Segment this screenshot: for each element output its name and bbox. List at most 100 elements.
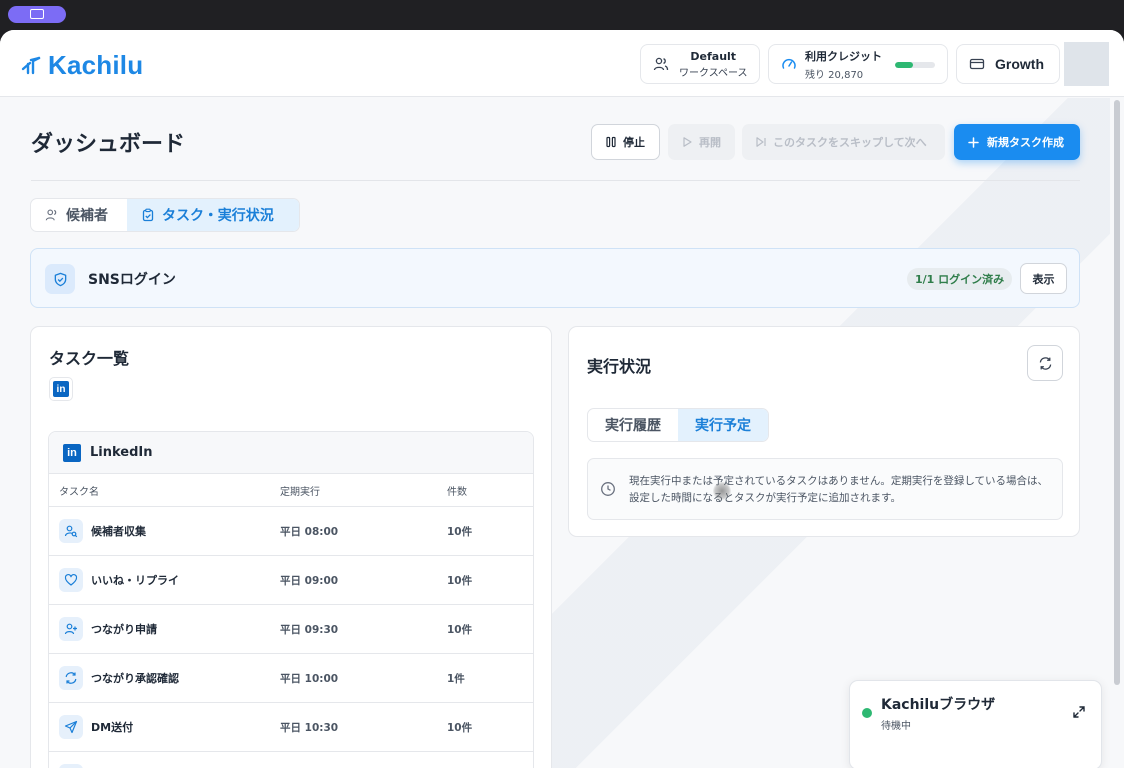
login-status-badge: 1/1 ログイン済み — [907, 268, 1013, 290]
window-titlebar — [0, 0, 1124, 30]
shield-check-icon — [54, 272, 66, 286]
pause-icon — [606, 136, 616, 148]
main-tabs: 候補者 タスク・実行状況 — [30, 198, 300, 232]
tab-tasks-label: タスク・実行状況 — [162, 208, 274, 224]
plan-button[interactable]: Growth — [956, 44, 1060, 84]
execution-status-card: 実行状況 実行履歴 実行予定 現在実行中または予定されているタスクはありません。… — [568, 326, 1080, 537]
user-plus-icon — [59, 617, 83, 641]
task-schedule: 平日 10:00 — [280, 672, 339, 685]
send-icon — [59, 715, 83, 739]
table-row[interactable]: つながり承認確認 平日 10:00 1件 — [49, 654, 533, 703]
sns-login-title: SNSログイン — [88, 272, 176, 288]
page-title: ダッシュボード — [31, 132, 186, 157]
clipboard-check-icon — [142, 208, 154, 222]
play-icon — [683, 137, 692, 147]
app-window: Kachilu Default ワークスペース 利用クレジット 残り 20,87… — [0, 30, 1124, 768]
shield-icon-box — [45, 264, 75, 294]
credits-remaining: 残り 20,870 — [805, 69, 864, 81]
sns-login-panel: SNSログイン 1/1 ログイン済み 表示 — [30, 248, 1080, 308]
logo-text: Kachilu — [48, 50, 144, 80]
table-row[interactable]: いいね・リプライ 平日 09:00 10件 — [49, 556, 533, 605]
task-table-columns: タスク名 定期実行 件数 — [49, 474, 533, 507]
empty-message: 現在実行中または予定されているタスクはありません。定期実行を登録している場合は、… — [629, 475, 1049, 504]
new-task-label: 新規タスク作成 — [987, 136, 1064, 149]
task-table-header: in LinkedIn — [49, 432, 533, 474]
task-count: 1件 — [447, 672, 465, 685]
linkedin-icon: in — [63, 443, 81, 462]
table-row[interactable]: つながり申請 平日 09:30 10件 — [49, 605, 533, 654]
workspace-sub: ワークスペース — [679, 67, 748, 79]
task-icon — [59, 764, 83, 768]
credits-progress-bar — [895, 62, 935, 68]
logo-mark-icon — [21, 56, 41, 74]
tab-candidates-label: 候補者 — [66, 208, 108, 224]
window-indicator-pill[interactable] — [8, 6, 66, 23]
resume-label: 再開 — [699, 136, 721, 149]
skip-label: このタスクをスキップして次へ — [773, 136, 927, 149]
header-divider — [31, 180, 1080, 181]
table-row[interactable]: 候補者収集 平日 08:00 10件 — [49, 507, 533, 556]
stop-label: 停止 — [623, 136, 645, 149]
task-schedule: 平日 08:00 — [280, 525, 339, 538]
table-row[interactable] — [49, 752, 533, 768]
browser-status: 待機中 — [881, 721, 911, 732]
browser-title: Kachiluブラウザ — [881, 697, 996, 713]
screen-icon — [30, 9, 44, 19]
task-count: 10件 — [447, 574, 473, 587]
task-name: 候補者収集 — [91, 525, 146, 538]
resume-button[interactable]: 再開 — [668, 124, 735, 160]
column-count: 件数 — [447, 486, 467, 498]
task-count: 10件 — [447, 623, 473, 636]
heart-icon — [59, 568, 83, 592]
task-schedule: 平日 09:00 — [280, 574, 339, 587]
plan-label: Growth — [995, 56, 1044, 72]
column-task-name: タスク名 — [59, 486, 99, 498]
scrollbar[interactable] — [1114, 100, 1120, 685]
column-schedule: 定期実行 — [280, 486, 320, 498]
workspace-switcher[interactable]: Default ワークスペース — [640, 44, 760, 84]
stop-button[interactable]: 停止 — [591, 124, 660, 160]
app-header: Kachilu Default ワークスペース 利用クレジット 残り 20,87… — [0, 30, 1124, 97]
browser-status-card[interactable]: Kachiluブラウザ 待機中 — [849, 680, 1102, 768]
task-list-title: タスク一覧 — [49, 349, 130, 368]
table-row[interactable]: DM送付 平日 10:30 10件 — [49, 703, 533, 752]
tab-candidates[interactable]: 候補者 — [31, 199, 127, 231]
empty-state: 現在実行中または予定されているタスクはありません。定期実行を登録している場合は、… — [587, 458, 1063, 520]
task-name: つながり承認確認 — [91, 672, 179, 685]
workspace-name: Default — [690, 49, 737, 63]
main-content: ダッシュボード 停止 再開 このタスクをスキップして次へ 新規タスク作成 候補者… — [0, 98, 1110, 768]
view-button[interactable]: 表示 — [1020, 263, 1067, 294]
status-dot — [862, 708, 872, 718]
task-list-card: タスク一覧 in in LinkedIn タスク名 定期実行 件数 候補者収集 … — [30, 326, 552, 768]
tab-execution-scheduled[interactable]: 実行予定 — [678, 409, 768, 441]
user-search-icon — [59, 519, 83, 543]
mouse-cursor — [713, 482, 731, 500]
credits-indicator[interactable]: 利用クレジット 残り 20,870 — [768, 44, 948, 84]
task-name: DM送付 — [91, 721, 134, 734]
execution-title: 実行状況 — [587, 357, 652, 376]
task-schedule: 平日 10:30 — [280, 721, 339, 734]
linkedin-icon: in — [53, 381, 69, 397]
users-icon — [45, 209, 57, 221]
skip-forward-icon — [756, 137, 766, 147]
new-task-button[interactable]: 新規タスク作成 — [954, 124, 1080, 160]
refresh-icon — [1039, 356, 1051, 370]
logo[interactable]: Kachilu — [20, 50, 143, 81]
tab-tasks[interactable]: タスク・実行状況 — [127, 199, 299, 231]
credits-progress-fill — [895, 62, 913, 68]
task-name: つながり申請 — [91, 623, 157, 636]
linkedin-filter-chip[interactable]: in — [49, 377, 73, 401]
gauge-icon — [782, 58, 796, 69]
task-table: in LinkedIn タスク名 定期実行 件数 候補者収集 平日 08:00 … — [48, 431, 534, 768]
avatar[interactable] — [1064, 42, 1109, 86]
tab-execution-history[interactable]: 実行履歴 — [588, 409, 678, 441]
credit-card-icon — [969, 58, 985, 70]
refresh-button[interactable] — [1027, 345, 1063, 381]
expand-icon[interactable] — [1072, 705, 1086, 719]
execution-tabs: 実行履歴 実行予定 — [587, 408, 769, 442]
credits-label: 利用クレジット — [805, 49, 882, 63]
task-count: 10件 — [447, 525, 473, 538]
task-name: いいね・リプライ — [91, 574, 179, 587]
task-schedule: 平日 09:30 — [280, 623, 339, 636]
skip-task-button[interactable]: このタスクをスキップして次へ — [742, 124, 945, 160]
